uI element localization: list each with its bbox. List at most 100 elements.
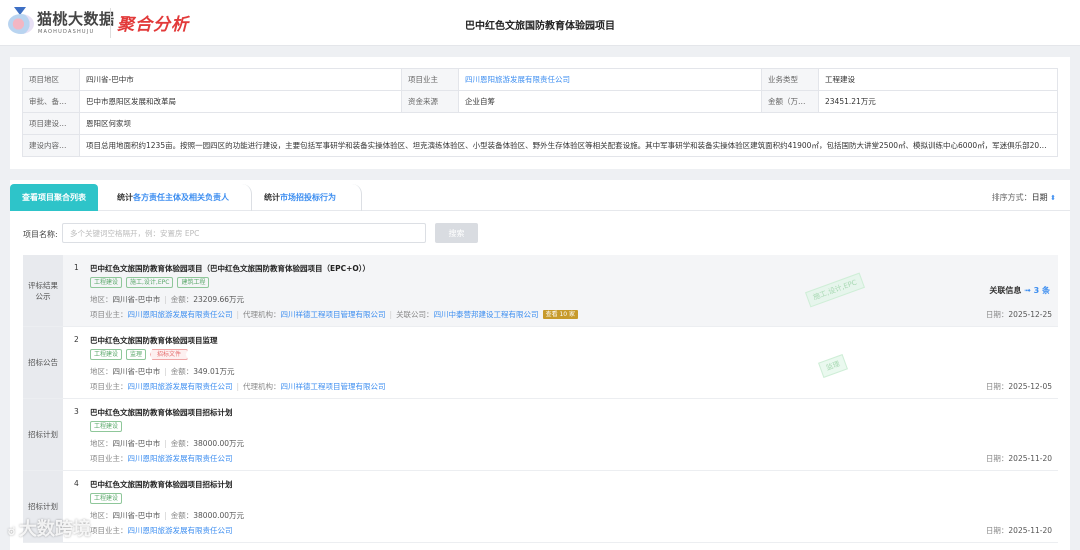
project-name-search-input[interactable] — [62, 223, 426, 243]
region-value: 四川省-巴中市 — [112, 511, 161, 520]
owner-link[interactable]: 四川恩阳旅游发展有限责任公司 — [128, 382, 233, 391]
tab-responsible-parties[interactable]: 统计各方责任主体及相关负责人 — [117, 184, 229, 211]
notice-type: 招标公告 — [23, 327, 63, 398]
related-company-label: 关联公司： — [396, 310, 434, 319]
info-fund: 企业自筹 — [458, 90, 762, 113]
sort-label: 排序方式： — [991, 193, 1032, 202]
row-number: 1 — [74, 263, 79, 272]
owner-label: 项目业主： — [90, 382, 128, 391]
project-title-link[interactable]: 巴中红色文旅国防教育体验园项目（巴中红色文旅国防教育体验园项目（EPC+O）） — [90, 263, 370, 274]
related-info-link[interactable]: 关联信息 ➟ 3 条 — [989, 285, 1050, 296]
project-title-link[interactable]: 巴中红色文旅国防教育体验园项目监理 — [90, 335, 218, 346]
category-stamp: 监理 — [818, 354, 848, 378]
weibo-icon: ಠ — [8, 524, 15, 539]
row-parties: 项目业主：四川恩阳旅游发展有限责任公司 — [90, 453, 233, 464]
info-label: 项目建设地址 — [22, 112, 80, 135]
tag: 工程建设 — [90, 277, 123, 288]
tag-group: 工程建设 — [90, 493, 123, 504]
view-companies-badge[interactable]: 查看 10 家 — [542, 310, 579, 319]
sort-value: 日期 — [1031, 193, 1048, 202]
related-info-count: 3 条 — [1033, 286, 1050, 295]
project-info-card: 项目地区 四川省-巴中市 项目业主 四川恩阳旅游发展有限责任公司 业务类型 工程… — [10, 57, 1070, 169]
sort-arrows-icon: ⬍ — [1050, 194, 1056, 202]
amount-label: 金额： — [170, 295, 194, 304]
info-region: 四川省-巴中市 — [79, 68, 402, 91]
project-title-link[interactable]: 巴中红色文旅国防教育体验园项目招标计划 — [90, 479, 233, 490]
info-dept: 巴中市恩阳区发展和改革局 — [79, 90, 402, 113]
list-item[interactable]: 评标结果公示 1 巴中红色文旅国防教育体验园项目（巴中红色文旅国防教育体验园项目… — [23, 255, 1058, 327]
tag-group: 工程建设 施工,设计,EPC 建筑工程 — [90, 277, 210, 288]
list-panel: 查看项目聚合列表 统计各方责任主体及相关负责人 统计市场招投标行为 排序方式：日… — [10, 180, 1070, 550]
row-parties: 项目业主：四川恩阳旅游发展有限责任公司 — [90, 525, 233, 536]
row-number: 3 — [74, 407, 79, 416]
row-date: 日期：2025-11-20 — [986, 525, 1052, 536]
info-scope: 项目总用地面积约1235亩。按照一园四区的功能进行建设，主要包括军事研学和装备实… — [79, 134, 1058, 157]
info-label: 建设内容及规模 — [22, 134, 80, 157]
region-label: 地区： — [90, 367, 113, 376]
arrow-right-icon: ➟ — [1024, 286, 1031, 295]
row-date: 日期：2025-12-05 — [986, 381, 1052, 392]
tender-document-tag[interactable]: 招标文件 — [150, 349, 189, 360]
agency-link[interactable]: 四川祥德工程项目管理有限公司 — [281, 310, 386, 319]
tag: 监理 — [126, 349, 147, 360]
owner-label: 项目业主： — [90, 454, 128, 463]
info-label: 项目业主 — [401, 68, 459, 91]
tag: 工程建设 — [90, 349, 123, 360]
amount-value: 23209.66万元 — [193, 295, 245, 304]
list-item[interactable]: 招标计划 4 巴中红色文旅国防教育体验园项目招标计划 工程建设 地区：四川省-巴… — [23, 471, 1058, 543]
owner-link[interactable]: 四川恩阳旅游发展有限责任公司 — [128, 526, 233, 535]
list-item[interactable]: 招标公告 2 巴中红色文旅国防教育体验园项目监理 工程建设 监理 招标文件 地区… — [23, 327, 1058, 399]
date-label: 日期： — [985, 310, 1009, 319]
owner-label: 项目业主： — [90, 310, 128, 319]
sort-control[interactable]: 排序方式：日期 ⬍ — [992, 192, 1056, 203]
info-address: 恩阳区何家坝 — [79, 112, 1058, 135]
tab-divider — [352, 184, 362, 211]
owner-label: 项目业主： — [90, 526, 128, 535]
tab-project-list[interactable]: 查看项目聚合列表 — [10, 184, 98, 211]
row-meta: 地区：四川省-巴中市 | 金额：38000.00万元 — [90, 511, 245, 520]
region-label: 地区： — [90, 511, 113, 520]
notice-type: 招标计划 — [23, 399, 63, 470]
row-meta: 地区：四川省-巴中市 | 金额：23209.66万元 — [90, 295, 245, 304]
region-value: 四川省-巴中市 — [112, 295, 161, 304]
tab-bidding-behavior[interactable]: 统计市场招投标行为 — [264, 184, 336, 211]
project-list: 评标结果公示 1 巴中红色文旅国防教育体验园项目（巴中红色文旅国防教育体验园项目… — [23, 255, 1058, 543]
amount-value: 38000.00万元 — [193, 439, 245, 448]
search-button[interactable]: 搜索 — [435, 223, 478, 243]
date-label: 日期： — [985, 454, 1009, 463]
row-parties: 项目业主：四川恩阳旅游发展有限责任公司 | 代理机构：四川祥德工程项目管理有限公司 |… — [90, 309, 579, 320]
tag: 施工,设计,EPC — [126, 277, 174, 288]
info-label: 资金来源 — [401, 90, 459, 113]
agency-link[interactable]: 四川祥德工程项目管理有限公司 — [281, 382, 386, 391]
category-stamp: 施工,设计,EPC — [805, 272, 865, 308]
amount-label: 金额： — [170, 367, 194, 376]
info-label: 项目地区 — [22, 68, 80, 91]
date-value: 2025-12-25 — [1008, 310, 1052, 319]
related-company-link[interactable]: 四川中泰营邦建设工程有限公司 — [434, 310, 539, 319]
project-title-link[interactable]: 巴中红色文旅国防教育体验园项目招标计划 — [90, 407, 233, 418]
tab-divider — [242, 184, 252, 211]
notice-type: 评标结果公示 — [23, 255, 63, 326]
tag: 建筑工程 — [177, 277, 210, 288]
region-value: 四川省-巴中市 — [112, 367, 161, 376]
date-value: 2025-11-20 — [1008, 526, 1052, 535]
agency-label: 代理机构： — [243, 310, 281, 319]
date-value: 2025-11-20 — [1008, 454, 1052, 463]
region-value: 四川省-巴中市 — [112, 439, 161, 448]
tag: 工程建设 — [90, 493, 123, 504]
list-item[interactable]: 招标计划 3 巴中红色文旅国防教育体验园项目招标计划 工程建设 地区：四川省-巴… — [23, 399, 1058, 471]
row-parties: 项目业主：四川恩阳旅游发展有限责任公司 | 代理机构：四川祥德工程项目管理有限公司 — [90, 382, 386, 391]
tab-label: 各方责任主体及相关负责人 — [133, 193, 229, 202]
owner-link[interactable]: 四川恩阳旅游发展有限责任公司 — [128, 310, 233, 319]
agency-label: 代理机构： — [243, 382, 281, 391]
info-label: 金额（万元） — [761, 90, 819, 113]
info-owner-link[interactable]: 四川恩阳旅游发展有限责任公司 — [458, 68, 762, 91]
date-label: 日期： — [985, 382, 1009, 391]
tab-prefix: 查看 — [22, 193, 38, 202]
row-date: 日期：2025-11-20 — [986, 453, 1052, 464]
region-label: 地区： — [90, 295, 113, 304]
watermark: ಠ 大数跨境 — [8, 515, 91, 541]
app-header: 猫桃大数据 MAOHUDASHUJU 聚合分析 巴中红色文旅国防教育体验园项目 — [0, 0, 1080, 46]
search-label: 项目名称: — [23, 230, 58, 239]
owner-link[interactable]: 四川恩阳旅游发展有限责任公司 — [128, 454, 233, 463]
